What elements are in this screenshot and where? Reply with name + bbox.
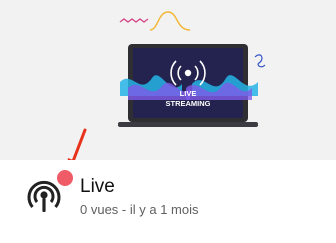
thumbnail-line1: LIVE — [180, 89, 197, 98]
notification-badge — [57, 170, 73, 186]
item-meta: 0 vues - il y a 1 mois — [80, 202, 199, 217]
laptop-illustration: LIVE STREAMING — [118, 11, 266, 127]
thumbnail-line2: STREAMING — [166, 99, 211, 108]
live-list-item[interactable]: Live 0 vues - il y a 1 mois — [0, 160, 336, 243]
live-thumbnail[interactable]: LIVE STREAMING — [0, 0, 336, 160]
item-title[interactable]: Live — [80, 176, 115, 198]
